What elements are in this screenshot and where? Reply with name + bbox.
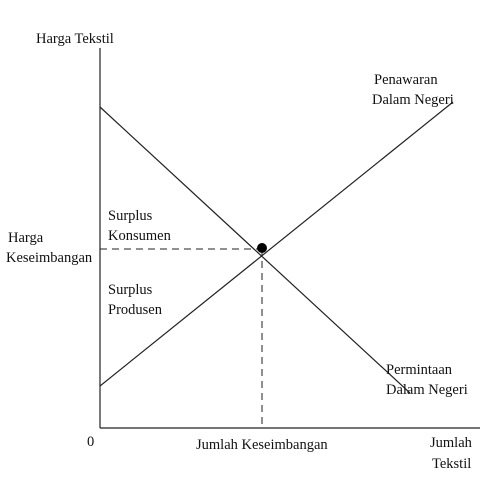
consumer-surplus-label-line1: Surplus xyxy=(108,208,153,224)
producer-surplus-label-line1: Surplus xyxy=(108,282,153,298)
demand-label-line2: Dalam Negeri xyxy=(386,382,468,398)
equilibrium-price-label-line1: Harga xyxy=(8,230,44,246)
equilibrium-quantity-label: Jumlah Keseimbangan xyxy=(196,437,328,453)
producer-surplus-label-line2: Produsen xyxy=(108,302,163,318)
x-axis-label-line2: Tekstil xyxy=(432,456,471,472)
supply-label-line1: Penawaran xyxy=(374,72,438,88)
equilibrium-point xyxy=(257,243,267,253)
origin-label: 0 xyxy=(87,434,94,450)
supply-demand-diagram: Harga Tekstil 0 Jumlah Tekstil Penawaran… xyxy=(0,0,494,479)
y-axis-label: Harga Tekstil xyxy=(36,31,114,47)
consumer-surplus-label-line2: Konsumen xyxy=(108,228,172,244)
supply-curve xyxy=(99,101,454,387)
demand-label-line1: Permintaan xyxy=(386,362,453,378)
equilibrium-price-label-line2: Keseimbangan xyxy=(6,250,93,266)
supply-label-line2: Dalam Negeri xyxy=(372,92,454,108)
x-axis-label-line1: Jumlah xyxy=(430,435,473,451)
demand-curve xyxy=(99,106,411,394)
